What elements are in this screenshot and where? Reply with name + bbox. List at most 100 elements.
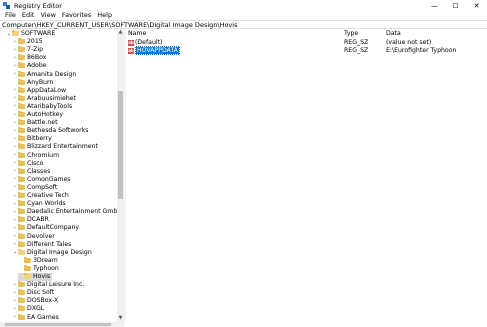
folder-icon [18, 224, 25, 231]
tree-item[interactable]: › AtaribabyTools [12, 102, 72, 110]
key-tree[interactable]: ⌄ SOFTWARE › 2015 › 7-Zip › 86Box › Adobe › Amanita… [0, 29, 117, 322]
tree-item-label: AtaribabyTools [27, 102, 73, 110]
tree-item[interactable]: › 7-Zip [12, 46, 43, 54]
menu-help[interactable]: Help [94, 11, 115, 20]
tree-item[interactable]: › Arabuusimiehet [12, 94, 76, 102]
address-bar[interactable]: Computer\HKEY_CURRENT_USER\SOFTWARE\Digi… [0, 20, 487, 29]
tree-item-label: Classes [27, 167, 51, 175]
scroll-up-arrow-icon[interactable]: ▲ [117, 29, 124, 36]
value-row-selected[interactable]: ab HOVAPPDATA REG_SZ E:\Eurofighter Typh… [126, 46, 487, 55]
menu-bar: File Edit View Favorites Help [0, 11, 487, 20]
scroll-thumb[interactable] [118, 91, 123, 199]
column-header-name[interactable]: Name [128, 30, 146, 38]
tree-item-label: Daedalic Entertainment GmbH [27, 208, 117, 216]
minimize-button[interactable]: — [424, 0, 445, 11]
tree-item[interactable]: › Bitberry [12, 135, 52, 143]
tree-item[interactable]: › DCABR [12, 216, 49, 224]
folder-icon [18, 297, 25, 304]
tree-item[interactable]: › Amanita Design [12, 70, 76, 78]
menu-view[interactable]: View [37, 11, 58, 20]
tree-item[interactable]: › Blizzard Entertainment [12, 143, 98, 151]
tree-item-label: Creative Tech [27, 192, 69, 200]
folder-icon [18, 289, 25, 296]
tree-item[interactable]: AnyBurn [12, 78, 53, 86]
tree-item-label: 2015 [27, 38, 43, 46]
tree-item-label: DefaultCompany [27, 224, 80, 232]
tree-item-label: DXGL [27, 305, 45, 313]
window-controls: — ☐ ✕ [424, 0, 487, 11]
folder-icon [18, 183, 25, 190]
close-button[interactable]: ✕ [466, 0, 487, 11]
tree-vertical-scrollbar[interactable]: ▲ ▼ [117, 29, 124, 322]
tree-item[interactable]: › Cyan Worlds [12, 200, 66, 208]
tree-item[interactable]: › Cisco [12, 159, 43, 167]
tree-item-label: SOFTWARE [21, 30, 56, 38]
folder-icon [18, 102, 25, 109]
tree-item[interactable]: › Daedalic Entertainment GmbH [12, 208, 117, 216]
menu-favorites[interactable]: Favorites [59, 11, 94, 20]
title-bar: Registry Editor — ☐ ✕ [0, 0, 487, 11]
maximize-button[interactable]: ☐ [445, 0, 466, 11]
folder-icon [18, 216, 25, 223]
folder-icon [18, 192, 25, 199]
tree-item-label: Adobe [27, 62, 47, 70]
menu-file[interactable]: File [2, 11, 19, 20]
value-type: REG_SZ [344, 39, 369, 46]
folder-icon [18, 143, 25, 150]
horizontal-scroll-thumb[interactable] [5, 323, 111, 326]
tree-item[interactable]: › Devolver [12, 232, 55, 240]
folder-icon [24, 264, 31, 271]
tree-item[interactable]: ⌄ Digital Image Design [12, 248, 92, 256]
tree-item[interactable]: ⌄ SOFTWARE [6, 30, 55, 38]
tree-item[interactable]: › AutoHotkey [12, 111, 63, 119]
tree-item[interactable]: › Bethesda Softworks [12, 127, 89, 135]
folder-icon [18, 70, 25, 77]
tree-item[interactable]: › DefaultCompany [12, 224, 79, 232]
tree-item[interactable]: › Classes [12, 167, 50, 175]
tree-item[interactable]: › Creative Tech [12, 192, 69, 200]
tree-item[interactable]: › Different Tales [12, 240, 71, 248]
tree-item-label: 3Dream [33, 256, 58, 264]
tree-item-label: ComonGames [27, 175, 71, 183]
tree-horizontal-scrollbar[interactable] [0, 322, 124, 327]
tree-item-label: Hovis [33, 273, 51, 281]
tree-item[interactable]: › CompSoft [12, 183, 57, 191]
folder-icon [18, 240, 25, 247]
folder-icon [18, 167, 25, 174]
tree-item-label: Digital Leisure Inc. [27, 281, 85, 289]
tree-item[interactable]: Typhoon [18, 264, 59, 272]
column-header-data[interactable]: Data [386, 30, 401, 38]
tree-item[interactable]: › Digital Leisure Inc. [12, 281, 84, 289]
folder-icon [18, 305, 25, 312]
tree-item[interactable]: › Adobe [12, 62, 47, 70]
tree-item[interactable]: › 86Box [12, 54, 46, 62]
tree-item-label: DOSBox-X [27, 297, 59, 305]
tree-item-label: Bitberry [27, 135, 52, 143]
tree-item[interactable]: 3Dream [18, 256, 58, 264]
tree-item[interactable]: › 2015 [12, 38, 43, 46]
value-name: HOVAPPDATA [135, 46, 180, 55]
tree-item-label: Cisco [27, 159, 44, 167]
folder-icon [24, 256, 31, 263]
tree-item[interactable]: › AppDataLow [12, 86, 66, 94]
folder-icon [18, 135, 25, 142]
tree-item[interactable]: Hovis [18, 272, 53, 281]
tree-item[interactable]: › Battle.net [12, 119, 58, 127]
tree-item-label: AppDataLow [27, 86, 67, 94]
menu-edit[interactable]: Edit [19, 11, 38, 20]
tree-item-label: AnyBurn [27, 78, 54, 86]
tree-item[interactable]: › EA Games [12, 313, 59, 321]
tree-item[interactable]: › DXGL [12, 305, 44, 313]
tree-item-label: EA Games [27, 313, 59, 321]
string-value-icon: ab [128, 48, 134, 54]
scroll-down-arrow-icon[interactable]: ▼ [117, 315, 124, 322]
column-header-type[interactable]: Type [344, 30, 358, 38]
value-row[interactable]: ab (Default) REG_SZ (value not set) [126, 39, 487, 47]
folder-icon [18, 159, 25, 166]
folder-icon [18, 94, 25, 101]
folder-icon [18, 208, 25, 215]
tree-item[interactable]: › ComonGames [12, 175, 71, 183]
tree-item[interactable]: › DOSBox-X [12, 297, 58, 305]
tree-item[interactable]: › Disc Soft [12, 289, 54, 297]
tree-item[interactable]: › Chromium [12, 151, 59, 159]
